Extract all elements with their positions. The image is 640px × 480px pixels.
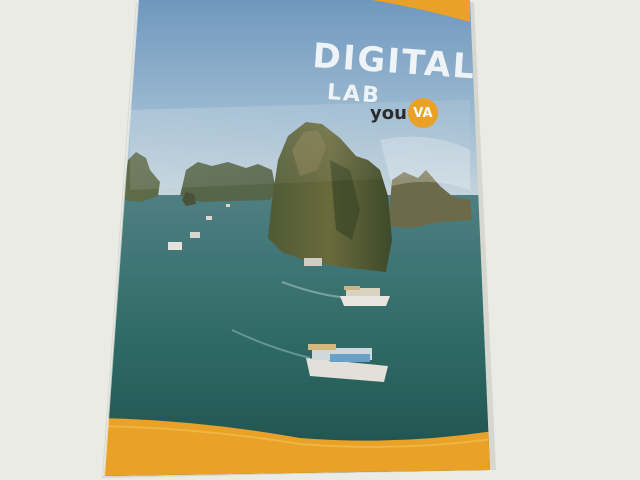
photo-scene: DIGITAL LAB you VA xyxy=(0,0,640,480)
brand-badge: VA xyxy=(407,98,438,128)
brand-prefix: you xyxy=(370,102,407,124)
brand-logo: you VA xyxy=(370,96,438,130)
